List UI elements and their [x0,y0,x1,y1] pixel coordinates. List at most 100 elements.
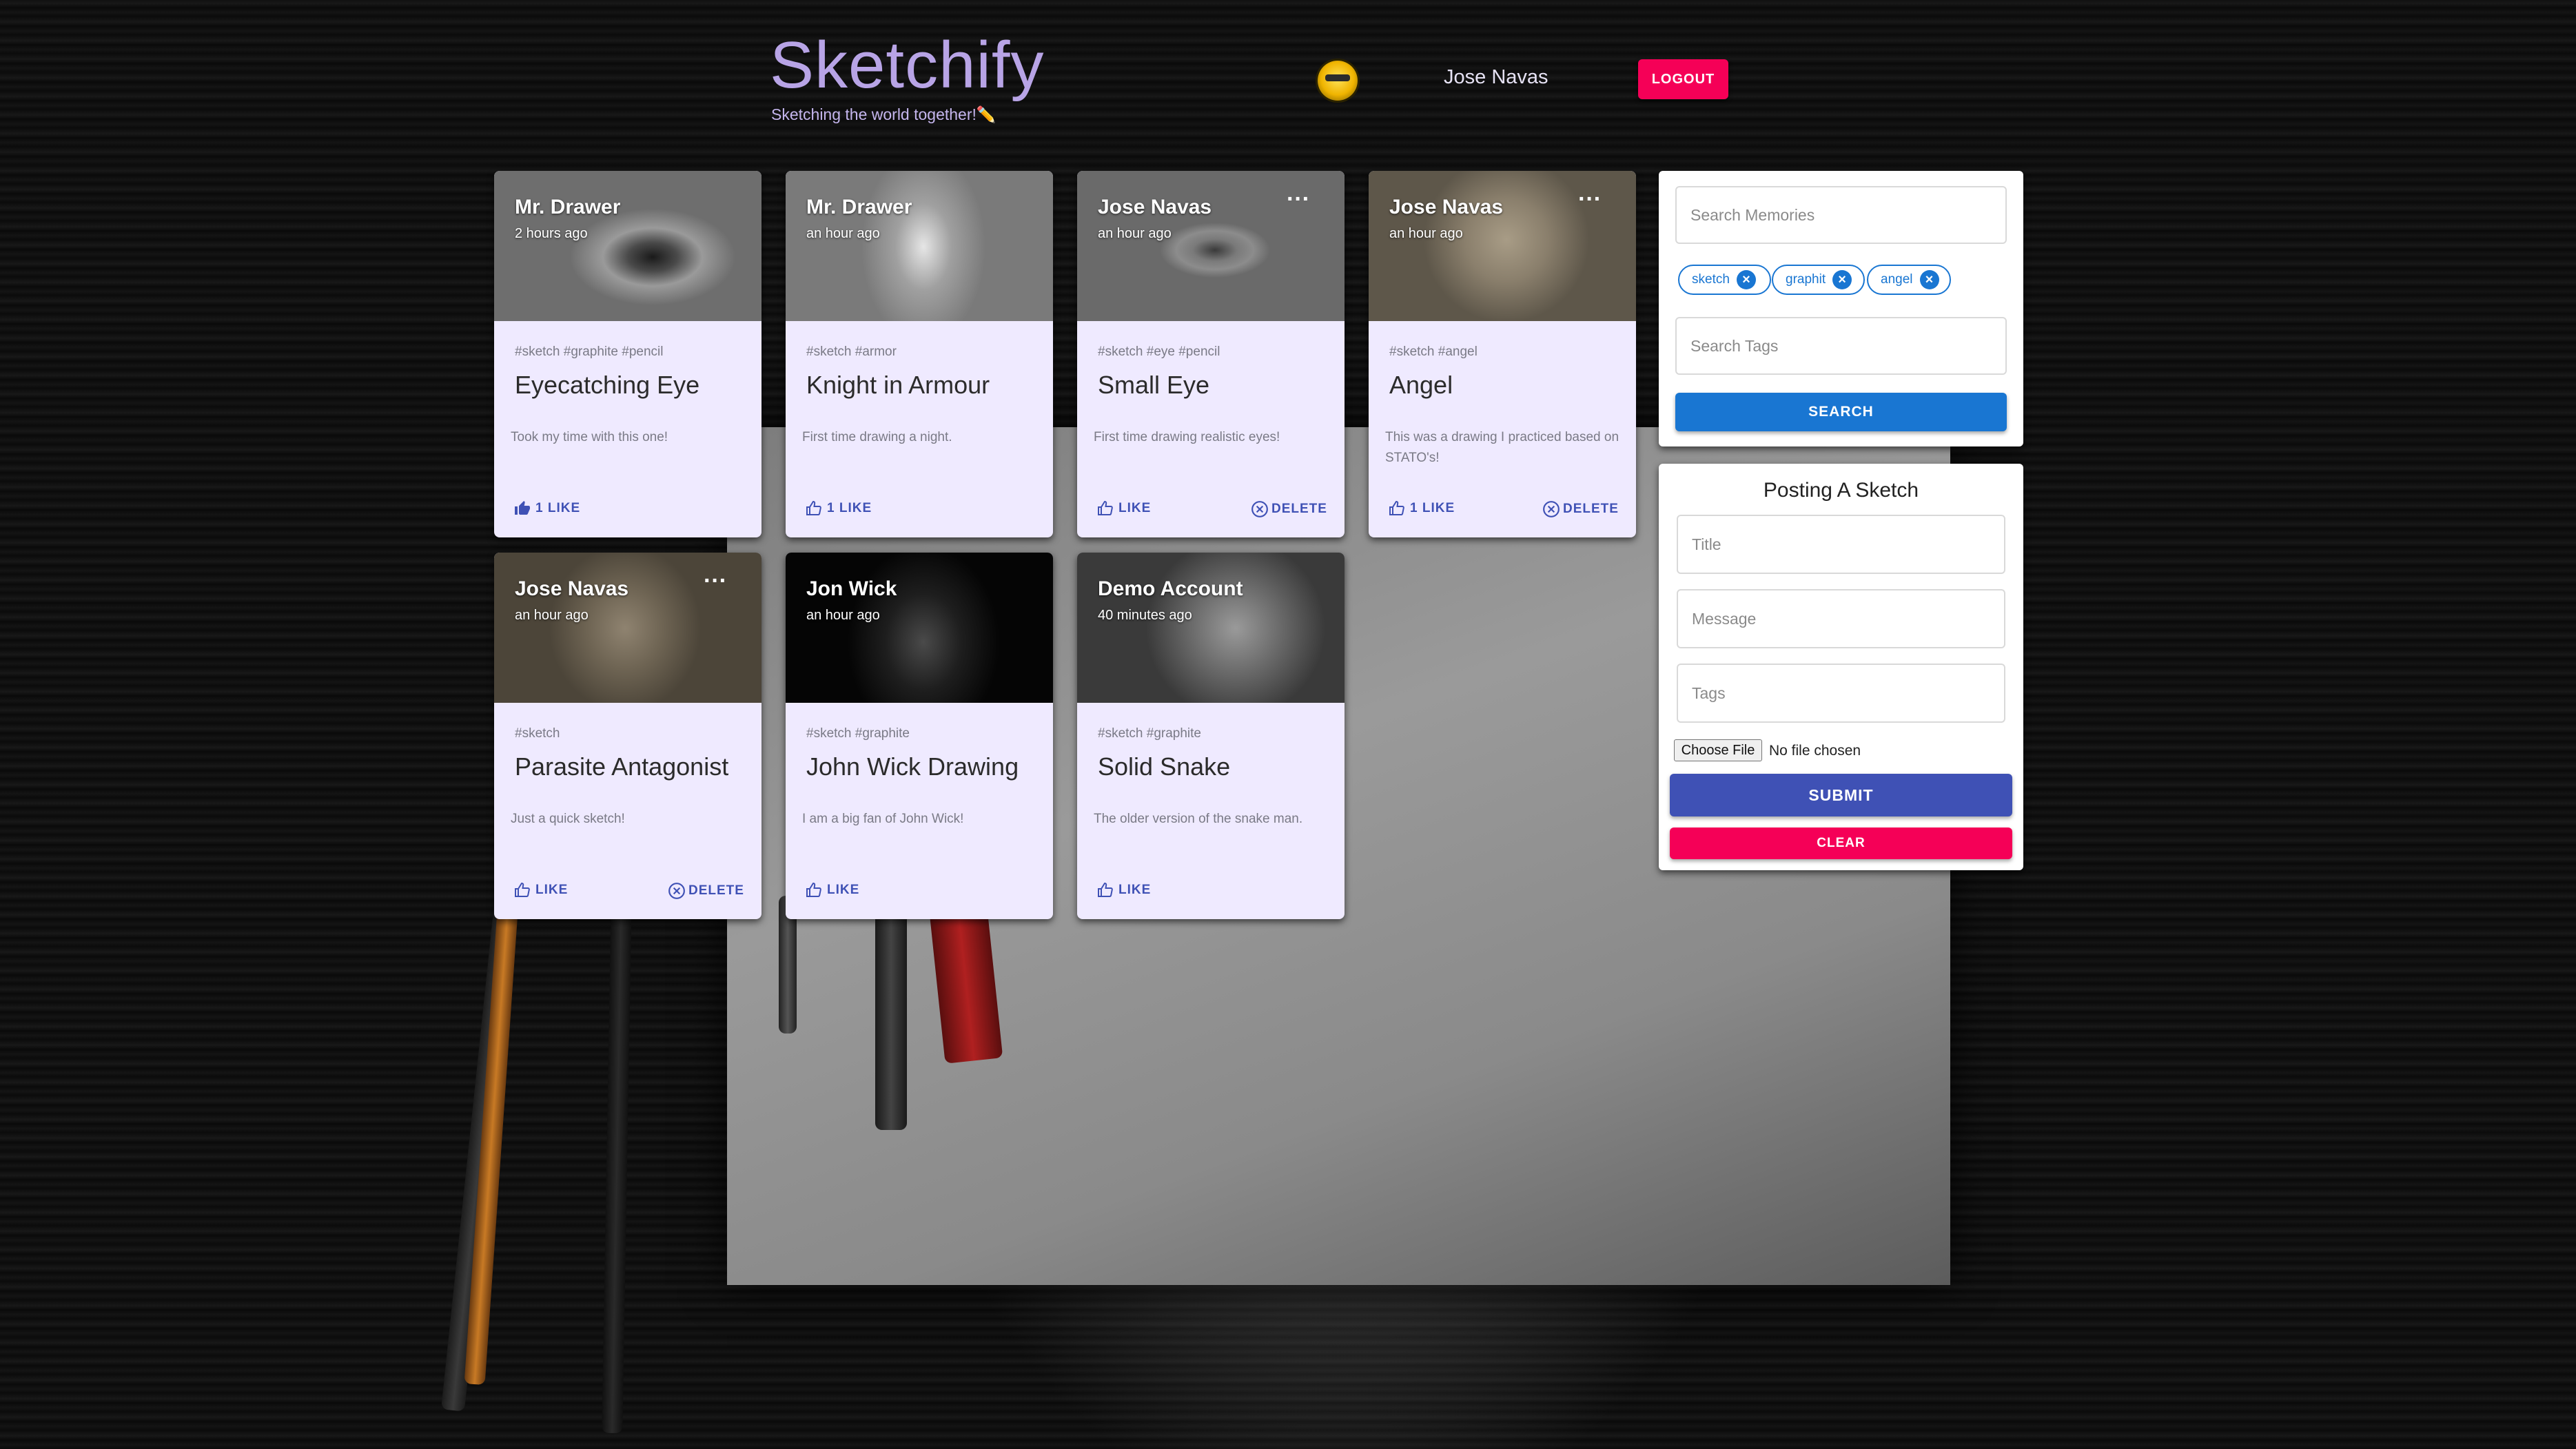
search-tags-input[interactable]: Search Tags [1675,317,2007,375]
post-message: This was a drawing I practiced based on … [1385,430,1619,465]
delete-label: DELETE [1563,502,1619,516]
like-label: LIKE [1118,501,1152,515]
post-card: Demo Account 40 minutes ago #sketch #gra… [1077,553,1345,919]
post-author: Demo Account [1098,577,1243,600]
post-tags: #sketch #graphite #pencil [515,345,664,359]
avatar-sunglasses [1325,74,1350,81]
like-button[interactable]: LIKE [805,882,859,898]
post-time: an hour ago [515,608,589,623]
thumb-up-filled-icon [515,501,530,515]
remove-chip-icon[interactable]: × [1736,270,1756,289]
post-message: Took my time with this one! [511,430,668,444]
post-author: Jose Navas [515,577,629,600]
like-button[interactable]: LIKE [513,882,568,898]
like-button[interactable]: 1 LIKE [1388,500,1455,517]
post-title: Angel [1389,371,1453,399]
post-image-solid-snake [1077,553,1345,703]
post-title: Solid Snake [1098,752,1231,781]
like-label: 1 LIKE [535,501,581,515]
tags-input[interactable]: Tags [1677,664,2005,723]
post-card: Jon Wick an hour ago #sketch #graphite J… [786,553,1053,919]
tag-chip[interactable]: graphit × [1772,265,1865,295]
app-header: Sketchify Sketching the world together!✏… [0,0,2576,158]
post-author: Jon Wick [806,577,897,600]
post-tags: #sketch #armor [806,345,897,359]
post-message: First time drawing a night. [802,430,952,444]
post-card: Mr. Drawer 2 hours ago #sketch #graphite… [494,171,761,537]
post-message: First time drawing realistic eyes! [1094,430,1280,444]
message-input[interactable]: Message [1677,589,2005,648]
delete-icon [668,883,685,899]
thumb-up-icon [806,500,821,515]
post-title: Knight in Armour [806,371,990,399]
form-title: Posting A Sketch [1763,479,1919,502]
post-title: Small Eye [1098,371,1210,399]
clear-button[interactable]: CLEAR [1670,828,2012,859]
post-image-knight [786,171,1053,321]
post-tags: #sketch #angel [1389,345,1478,359]
brand-title[interactable]: Sketchify [770,28,1044,103]
like-label: 1 LIKE [1410,501,1455,515]
post-tags: #sketch #graphite [806,726,910,741]
post-tags: #sketch #eye #pencil [1098,345,1220,359]
choose-file-button[interactable]: Choose File [1674,739,1762,761]
background-marker [875,910,907,1130]
delete-button[interactable]: DELETE [1542,500,1619,518]
background-pencil [602,895,632,1434]
pencil-icon: ✏️ [976,105,996,123]
thumb-up-icon [515,882,530,897]
post-time: an hour ago [1098,226,1172,241]
post-card: Jose Navas an hour ago ··· #sketch #ange… [1369,171,1636,537]
submit-button[interactable]: SUBMIT [1670,774,2012,816]
post-author: Jose Navas [1389,196,1504,218]
user-name: Jose Navas [1444,66,1548,88]
more-options-icon[interactable]: ··· [698,569,733,598]
delete-label: DELETE [688,883,744,898]
delete-button[interactable]: DELETE [668,882,744,900]
post-card: Jose Navas an hour ago ··· #sketch Paras… [494,553,761,919]
title-input[interactable]: Title [1677,515,2005,574]
remove-chip-icon[interactable]: × [1832,270,1852,289]
like-button[interactable]: 1 LIKE [513,500,580,517]
post-title: Eyecatching Eye [515,371,700,399]
post-tags: #sketch [515,726,560,741]
search-memories-input[interactable]: Search Memories [1675,186,2007,244]
post-title: Parasite Antagonist [515,752,729,781]
delete-icon [1543,501,1560,517]
logout-button[interactable]: LOGOUT [1638,59,1728,99]
like-label: LIKE [535,883,569,897]
more-options-icon[interactable]: ··· [1573,187,1607,216]
background-marker [929,907,1003,1064]
post-image-eye [494,171,761,321]
remove-chip-icon[interactable]: × [1919,270,1939,289]
delete-icon [1251,501,1268,517]
post-author: Mr. Drawer [806,196,912,218]
like-label: 1 LIKE [827,501,872,515]
post-card: Jose Navas an hour ago ··· #sketch #eye … [1077,171,1345,537]
like-button[interactable]: LIKE [1096,882,1151,898]
tag-chip[interactable]: angel × [1867,265,1951,295]
brand-subtitle-text: Sketching the world together! [771,105,977,123]
search-button[interactable]: SEARCH [1675,393,2007,431]
tag-chip-label: graphit [1786,272,1826,287]
post-time: an hour ago [1389,226,1463,241]
thumb-up-icon [1389,500,1404,515]
post-time: an hour ago [806,608,880,623]
tag-chip-label: sketch [1692,272,1730,287]
like-button[interactable]: LIKE [1096,500,1151,517]
delete-button[interactable]: DELETE [1251,500,1327,518]
more-options-icon[interactable]: ··· [1281,187,1316,216]
post-time: 40 minutes ago [1098,608,1192,623]
search-panel: Search Memories sketch × graphit × angel… [1659,171,2023,446]
post-message: Just a quick sketch! [511,812,625,826]
tag-chip[interactable]: sketch × [1678,265,1771,295]
post-author: Jose Navas [1098,196,1212,218]
post-author: Mr. Drawer [515,196,621,218]
post-time: an hour ago [806,226,880,241]
tag-chip-label: angel [1881,272,1913,287]
brand-subtitle: Sketching the world together!✏️ [771,105,996,124]
like-button[interactable]: 1 LIKE [805,500,872,517]
post-title: John Wick Drawing [806,752,1019,781]
thumb-up-icon [1098,882,1113,897]
thumb-up-icon [1098,500,1113,515]
